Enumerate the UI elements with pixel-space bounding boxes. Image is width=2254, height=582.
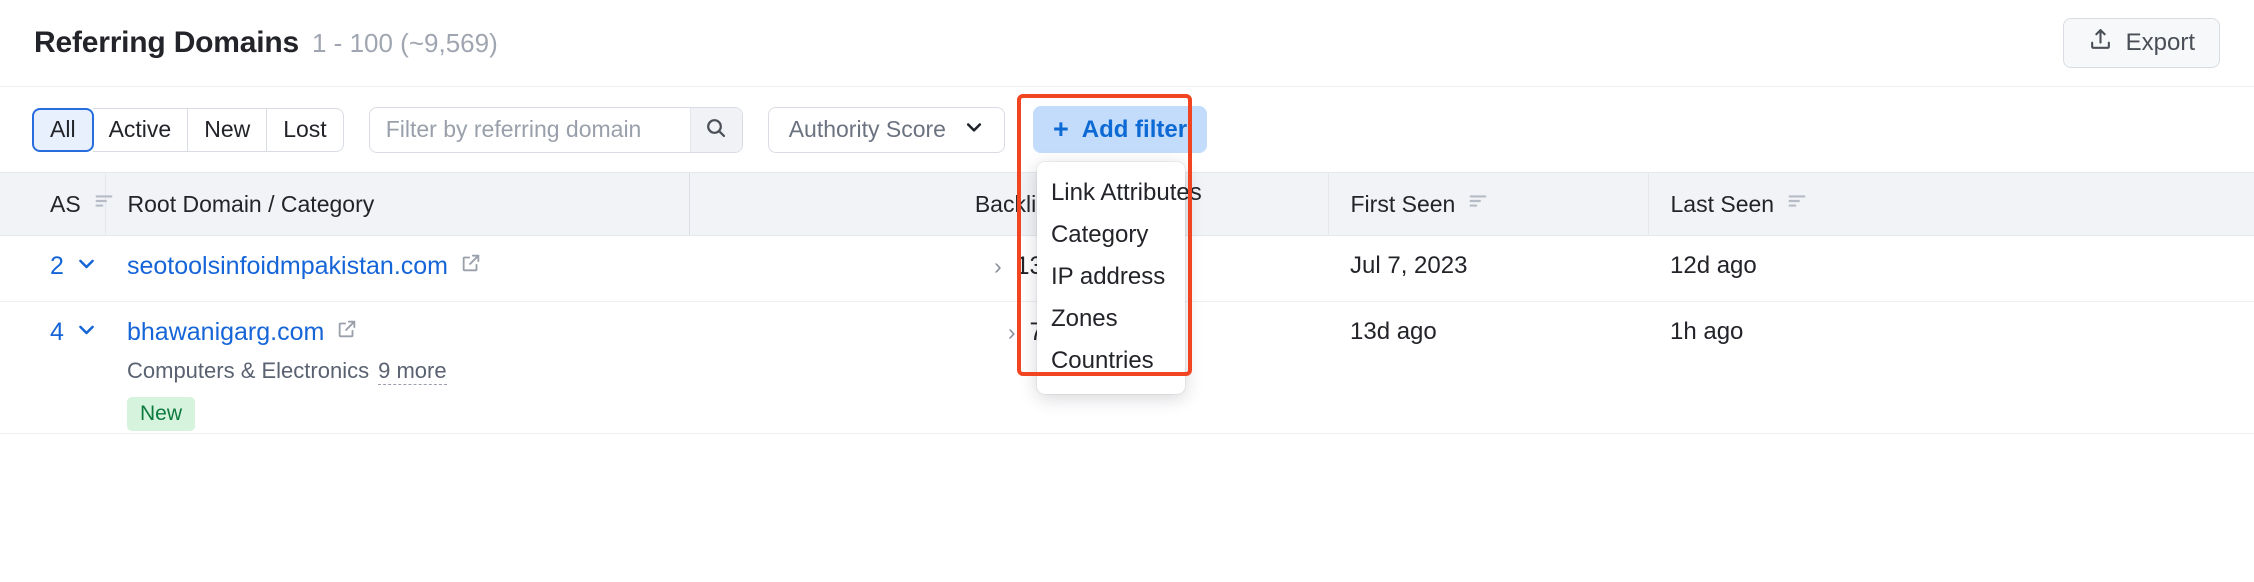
column-header-first-seen[interactable]: First Seen [1327,172,1648,236]
column-header-as[interactable]: AS [0,172,113,236]
dropdown-item-category[interactable]: Category [1037,214,1185,256]
segment-all[interactable]: All [32,107,94,152]
title-group: Referring Domains 1 - 100 (~9,569) [34,26,498,60]
export-label: Export [2125,29,2195,56]
filter-toolbar: All Active New Lost Authority Score [0,87,2254,394]
external-link-icon[interactable] [460,252,482,281]
header-actions: Export [2062,18,2220,68]
chevron-down-icon [964,116,984,143]
external-link-icon[interactable] [336,318,358,347]
column-label-first-seen: First Seen [1350,190,1456,217]
dropdown-item-countries[interactable]: Countries [1037,340,1185,382]
column-header-last-seen[interactable]: Last Seen [1647,172,2254,236]
add-filter-dropdown: Link Attributes Category IP address Zone… [1036,162,1202,394]
cell-root-domain: bhawanigarg.com Computers & Electronics … [105,301,689,434]
column-label-last-seen: Last Seen [1670,190,1775,217]
domain-link[interactable]: seotoolsinfoidmpakistan.com [127,252,448,281]
authority-score-select[interactable]: Authority Score [767,106,1005,153]
cell-first-seen: Jul 7, 2023 [1328,235,1648,302]
add-filter-zone: + Add filter Link Attributes Category IP… [1016,94,1208,394]
cell-last-seen: 1h ago [1648,301,2254,434]
sort-icon [1467,190,1489,218]
domain-search [368,106,743,153]
search-input[interactable] [369,107,690,152]
plus-icon: + [1052,114,1069,144]
column-label-root-domain: Root Domain / Category [127,190,375,217]
cell-last-seen: 12d ago [1648,235,2254,302]
category-label: Computers & Electronics [127,358,370,383]
segment-lost[interactable]: Lost [267,107,344,152]
result-count: 1 - 100 (~9,569) [312,28,498,58]
referring-domains-panel: Referring Domains 1 - 100 (~9,569) Expor… [0,0,2254,582]
column-label-as: AS [50,190,81,217]
column-header-root-domain[interactable]: Root Domain / Category [104,172,689,236]
status-badge: New [127,397,196,431]
dropdown-item-link-attributes[interactable]: Link Attributes [1037,172,1202,214]
page-title: Referring Domains [34,26,299,59]
chevron-down-icon[interactable] [76,319,97,347]
search-icon [704,116,728,143]
sort-icon [93,190,115,218]
cell-as: 2 [0,235,105,302]
as-value: 2 [50,252,64,280]
category-more-link[interactable]: 9 more [378,358,447,385]
status-segmented-control: All Active New Lost [32,107,344,152]
segment-active[interactable]: Active [92,107,189,152]
upload-icon [2088,27,2113,59]
cell-first-seen: 13d ago [1328,301,1648,434]
cell-root-domain: seotoolsinfoidmpakistan.com [105,235,689,302]
export-button[interactable]: Export [2062,18,2220,68]
domain-link[interactable]: bhawanigarg.com [127,318,324,347]
sort-icon [1786,190,1808,218]
cell-as: 4 [0,301,105,434]
authority-score-label: Authority Score [788,116,946,142]
segment-new[interactable]: New [188,107,268,152]
search-button[interactable] [689,107,742,152]
dropdown-item-zones[interactable]: Zones [1037,298,1185,340]
add-filter-button[interactable]: + Add filter [1032,106,1208,153]
expand-arrow-icon[interactable]: › [994,253,1002,280]
dropdown-item-ip-address[interactable]: IP address [1037,256,1185,298]
panel-header: Referring Domains 1 - 100 (~9,569) Expor… [0,0,2254,87]
expand-arrow-icon[interactable]: › [1008,319,1016,346]
as-value: 4 [50,318,64,346]
chevron-down-icon[interactable] [76,253,97,281]
add-filter-label: Add filter [1081,115,1188,143]
